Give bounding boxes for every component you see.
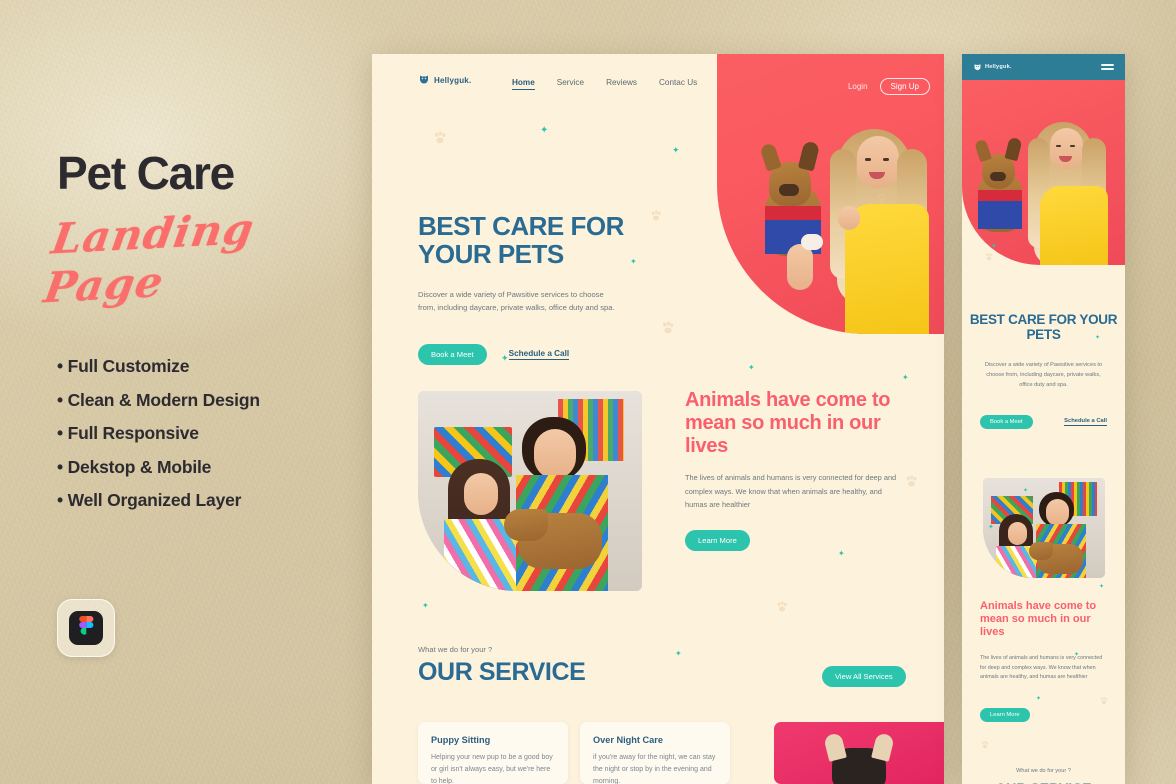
sparkle-icon: ✦: [672, 145, 680, 155]
service-eyebrow: What we do for your ?: [418, 645, 493, 654]
mobile-topbar: Hellyguk.: [962, 54, 1125, 80]
service-card-text: Helping your new pup to be a good boy or…: [431, 754, 553, 784]
figma-icon: [69, 611, 103, 645]
sparkle-icon: ✦: [838, 549, 845, 558]
mobile-hero-subtext: Discover a wide variety of Pawsitive ser…: [984, 362, 1103, 389]
service-card[interactable]: Over Night Care if you're away for the n…: [580, 722, 730, 784]
list-item: Well Organized Layer: [57, 490, 357, 511]
service-title: OUR SERVICE: [418, 658, 586, 686]
learn-more-button[interactable]: Learn More: [980, 708, 1030, 722]
sparkle-icon: ✦: [1023, 488, 1029, 494]
nav-item-contact[interactable]: Contac Us: [659, 78, 697, 90]
brand-logo[interactable]: Hellyguk.: [418, 74, 471, 86]
nav-item-service[interactable]: Service: [557, 78, 584, 90]
sparkle-icon: ✦: [748, 363, 755, 372]
sparkle-icon: ✦: [988, 524, 994, 531]
mobile-mid-subtext: The lives of animals and humans is very …: [980, 655, 1103, 681]
paw-print-icon: [777, 601, 787, 612]
pet-logo-icon: [974, 63, 981, 70]
mid-subtext: The lives of animals and humans is very …: [685, 473, 897, 509]
sparkle-icon: ✦: [501, 353, 509, 363]
nav-menu: Home Service Reviews Contac Us: [512, 78, 697, 90]
book-a-meet-button[interactable]: Book a Meet: [418, 344, 487, 365]
paw-print-icon: [985, 252, 993, 261]
service-card-title: Puppy Sitting: [431, 735, 491, 745]
mobile-hero-actions: Book a Meet Schedule a Call: [980, 415, 1107, 429]
mobile-couple-photo: [983, 478, 1105, 578]
list-item: Full Responsive: [57, 423, 357, 444]
paw-print-icon: [663, 321, 674, 334]
service-card-title: Over Night Care: [593, 735, 663, 745]
pet-logo-icon: [420, 75, 428, 84]
page-title: Pet Care: [57, 147, 235, 199]
schedule-a-call-link[interactable]: Schedule a Call: [508, 349, 570, 360]
sparkle-icon: ✦: [675, 649, 682, 658]
brand-name: Hellyguk.: [985, 64, 1012, 70]
paw-print-icon: [981, 740, 989, 749]
figma-badge: [57, 599, 115, 657]
hero-subtext: Discover a wide variety of Pawsitive ser…: [418, 290, 615, 313]
hero-actions: Book a Meet Schedule a Call: [418, 344, 570, 365]
service-photo-card: [774, 722, 944, 784]
learn-more-button[interactable]: Learn More: [685, 529, 750, 551]
promo-panel: Pet Care Landing Page Full Customize Cle…: [0, 0, 372, 784]
hero-image-block: Login Sign Up: [717, 54, 944, 334]
brand-logo[interactable]: Hellyguk.: [973, 63, 1012, 72]
paw-print-icon: [877, 193, 886, 203]
nav-item-home[interactable]: Home: [512, 78, 535, 90]
book-a-meet-button[interactable]: Book a Meet: [980, 415, 1033, 429]
couple-photo: [418, 391, 642, 591]
hero-auth-actions: Login Sign Up: [848, 78, 930, 95]
sparkle-icon: ✦: [991, 243, 997, 250]
login-link[interactable]: Login: [848, 82, 868, 91]
mid-section-copy: Animals have come to mean so much in our…: [685, 389, 915, 551]
list-item: Clean & Modern Design: [57, 390, 357, 411]
mobile-mid-heading: Animals have come to mean so much in our…: [980, 600, 1097, 638]
desktop-navbar: Hellyguk. Home Service Reviews Contac Us: [372, 54, 718, 114]
mobile-service-eyebrow: What we do for your ?: [1016, 768, 1071, 774]
mid-heading: Animals have come to mean so much in our…: [685, 389, 891, 457]
sparkle-icon: ✦: [630, 257, 637, 266]
paw-print-icon: [435, 131, 446, 144]
feature-list: Full Customize Clean & Modern Design Ful…: [57, 356, 357, 524]
paw-print-icon: [651, 210, 661, 221]
desktop-mockup: Hellyguk. Home Service Reviews Contac Us…: [372, 54, 944, 784]
nav-item-reviews[interactable]: Reviews: [606, 78, 637, 90]
sparkle-icon: ✦: [902, 373, 909, 382]
brand-name: Hellyguk.: [434, 75, 472, 85]
sparkle-icon: ✦: [1036, 696, 1042, 702]
mobile-service-title: OUR SERVICE: [962, 780, 1125, 784]
schedule-a-call-link[interactable]: Schedule a Call: [1064, 418, 1107, 426]
list-item: Dekstop & Mobile: [57, 457, 357, 478]
mobile-mockup: Hellyguk. BEST CARE FOR YOUR PETS Discov…: [962, 54, 1125, 784]
sparkle-icon: ✦: [1074, 652, 1080, 658]
service-card-text: if you're away for the night, we can sta…: [593, 754, 716, 784]
page-subtitle-script: Landing Page: [40, 204, 258, 313]
paw-print-icon: [1100, 696, 1108, 705]
mobile-hero-image: [962, 80, 1125, 265]
signup-button[interactable]: Sign Up: [879, 78, 930, 95]
view-all-services-button[interactable]: View All Services: [822, 666, 906, 687]
hamburger-icon[interactable]: [1101, 64, 1114, 70]
sparkle-icon: ✦: [1095, 335, 1101, 341]
sparkle-icon: ✦: [540, 125, 549, 136]
paw-print-icon: [906, 475, 917, 487]
sparkle-icon: ✦: [1099, 584, 1105, 590]
service-card[interactable]: Puppy Sitting Helping your new pup to be…: [418, 722, 568, 784]
list-item: Full Customize: [57, 356, 357, 377]
sparkle-icon: ✦: [422, 601, 429, 610]
mobile-hero-heading: BEST CARE FOR YOUR PETS: [969, 312, 1118, 343]
